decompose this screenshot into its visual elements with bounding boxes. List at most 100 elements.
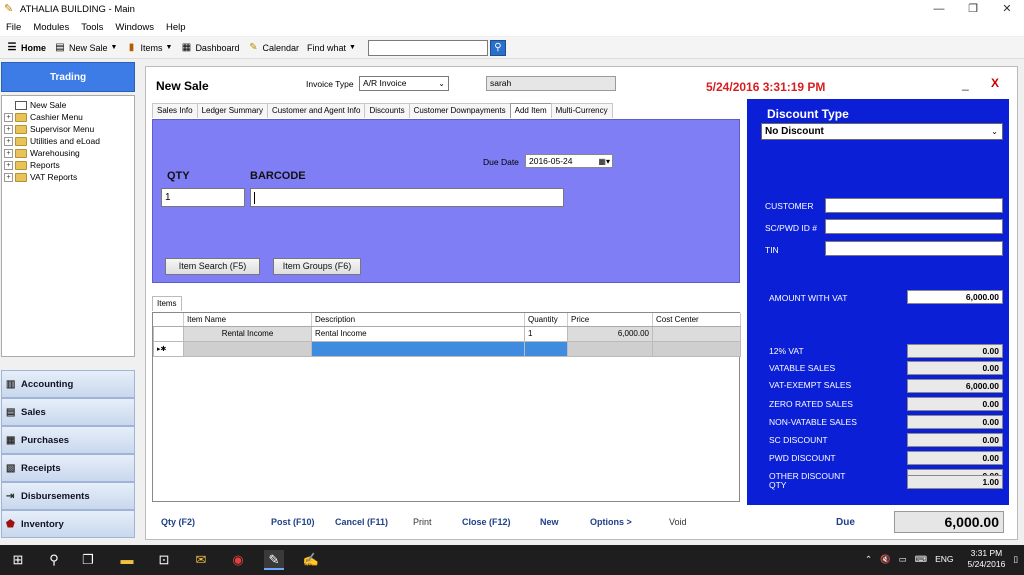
tree-item-supervisor-menu[interactable]: + Supervisor Menu bbox=[4, 123, 132, 135]
tab-customer-downpayments[interactable]: Customer Downpayments bbox=[408, 103, 511, 118]
item-search-button[interactable]: Item Search (F5) bbox=[165, 258, 260, 275]
calendar-button[interactable]: ✎ Calendar bbox=[247, 42, 299, 53]
tab-multi-currency[interactable]: Multi-Currency bbox=[550, 103, 613, 118]
tab-ledger-summary[interactable]: Ledger Summary bbox=[196, 103, 268, 118]
column-header-price[interactable]: Price bbox=[567, 313, 653, 327]
language-indicator[interactable]: ENG bbox=[935, 554, 953, 564]
new-row-marker[interactable]: ▸✱ bbox=[153, 340, 184, 357]
minimize-form-button[interactable]: _ bbox=[962, 77, 969, 91]
table-row[interactable]: Rental Income Rental Income 1 6,000.00 bbox=[153, 325, 741, 342]
items-button[interactable]: ▮ Items ▼ bbox=[125, 42, 173, 53]
row-header-cell[interactable] bbox=[153, 325, 184, 342]
tab-customer-agent-info[interactable]: Customer and Agent Info bbox=[266, 103, 366, 118]
restore-window-button[interactable]: ❐ bbox=[956, 0, 990, 18]
store-icon[interactable]: ⊡ bbox=[154, 550, 174, 570]
message-icon[interactable]: ▭ bbox=[899, 554, 907, 565]
customer-input[interactable] bbox=[825, 198, 1003, 213]
cell-cost-center[interactable] bbox=[652, 325, 741, 342]
file-explorer-icon[interactable]: ▬ bbox=[117, 550, 137, 570]
cancel-button[interactable]: Cancel (F11) bbox=[335, 517, 388, 527]
tab-add-item[interactable]: Add Item bbox=[509, 103, 552, 118]
new-sale-button[interactable]: ▤ New Sale ▼ bbox=[54, 42, 117, 53]
tin-input[interactable] bbox=[825, 241, 1003, 256]
expand-icon[interactable]: + bbox=[4, 124, 13, 134]
tab-discounts[interactable]: Discounts bbox=[364, 103, 410, 118]
menu-modules[interactable]: Modules bbox=[33, 22, 69, 33]
tree-item-vat-reports[interactable]: + VAT Reports bbox=[4, 171, 132, 183]
close-button[interactable]: Close (F12) bbox=[462, 517, 511, 527]
scpwd-id-input[interactable] bbox=[825, 219, 1003, 234]
cell-cost-center[interactable] bbox=[652, 340, 741, 357]
print-button[interactable]: Print bbox=[413, 517, 432, 527]
column-header-item-name[interactable]: Item Name bbox=[183, 313, 312, 327]
volume-icon[interactable]: 🔇 bbox=[880, 554, 891, 565]
cell-quantity[interactable]: 1 bbox=[524, 325, 568, 342]
new-table-row[interactable]: ▸✱ bbox=[153, 340, 741, 357]
expand-icon[interactable]: + bbox=[4, 160, 13, 170]
nav-sales[interactable]: ▤ Sales bbox=[1, 398, 135, 426]
expand-icon[interactable]: + bbox=[4, 136, 13, 146]
search-icon[interactable]: ⚲ bbox=[44, 550, 64, 570]
barcode-input[interactable] bbox=[250, 188, 564, 207]
app-taskbar-icon[interactable]: ✎ bbox=[264, 550, 284, 570]
expand-icon[interactable]: + bbox=[4, 172, 13, 182]
minimize-window-button[interactable]: — bbox=[922, 0, 956, 18]
task-view-icon[interactable]: ❐ bbox=[78, 550, 98, 570]
clock[interactable]: 3:31 PM 5/24/2016 bbox=[967, 548, 1005, 570]
nav-disbursements[interactable]: ⇥ Disbursements bbox=[1, 482, 135, 510]
menu-help[interactable]: Help bbox=[166, 22, 186, 33]
items-tab[interactable]: Items bbox=[152, 296, 182, 311]
expand-icon[interactable]: + bbox=[4, 112, 13, 122]
column-header-description[interactable]: Description bbox=[311, 313, 525, 327]
invoice-type-select[interactable]: A/R Invoice ⌄ bbox=[359, 76, 449, 91]
search-icon[interactable]: ⚲ bbox=[489, 39, 506, 56]
post-button[interactable]: Post (F10) bbox=[271, 517, 315, 527]
close-window-button[interactable]: ✕ bbox=[990, 0, 1024, 18]
home-button[interactable]: ☰ Home bbox=[6, 42, 47, 53]
discount-type-select[interactable]: No Discount ⌄ bbox=[761, 123, 1003, 140]
column-header-cost-center[interactable]: Cost Center bbox=[652, 313, 741, 327]
windows-start-icon[interactable]: ⊞ bbox=[8, 550, 28, 570]
cell-description[interactable]: Rental Income bbox=[311, 325, 525, 342]
menu-file[interactable]: File bbox=[6, 22, 21, 33]
nav-purchases[interactable]: ▦ Purchases bbox=[1, 426, 135, 454]
tree-item-reports[interactable]: + Reports bbox=[4, 159, 132, 171]
close-form-button[interactable]: X bbox=[991, 76, 999, 90]
nav-inventory[interactable]: ⬟ Inventory bbox=[1, 510, 135, 538]
tree-item-utilities[interactable]: + Utilities and eLoad bbox=[4, 135, 132, 147]
expand-icon[interactable]: + bbox=[4, 148, 13, 158]
mail-icon[interactable]: ✉ bbox=[191, 550, 211, 570]
tree-item-warehousing[interactable]: + Warehousing bbox=[4, 147, 132, 159]
dashboard-button[interactable]: ▦ Dashboard bbox=[180, 42, 240, 53]
nav-receipts[interactable]: ▧ Receipts bbox=[1, 454, 135, 482]
menu-windows[interactable]: Windows bbox=[115, 22, 154, 33]
cell-quantity[interactable] bbox=[524, 340, 568, 357]
cell-price[interactable]: 6,000.00 bbox=[567, 325, 653, 342]
keyboard-icon[interactable]: ⌨ bbox=[915, 554, 927, 565]
tree-item-cashier-menu[interactable]: + Cashier Menu bbox=[4, 111, 132, 123]
trading-header[interactable]: Trading bbox=[1, 62, 135, 92]
tab-sales-info[interactable]: Sales Info bbox=[152, 103, 198, 118]
options-button[interactable]: Options > bbox=[590, 517, 632, 527]
tree-item-new-sale[interactable]: New Sale bbox=[4, 99, 132, 111]
chevron-up-icon[interactable]: ⌃ bbox=[865, 554, 872, 565]
cell-price[interactable] bbox=[567, 340, 653, 357]
column-header-quantity[interactable]: Quantity bbox=[524, 313, 568, 327]
notifications-icon[interactable]: ▯ bbox=[1013, 554, 1018, 565]
cell-item-name[interactable] bbox=[183, 340, 312, 357]
qty-button[interactable]: Qty (F2) bbox=[161, 517, 195, 527]
menu-tools[interactable]: Tools bbox=[81, 22, 103, 33]
qty-input[interactable]: 1 bbox=[161, 188, 245, 207]
calendar-dropdown-icon[interactable]: ▦▾ bbox=[598, 156, 610, 168]
item-groups-button[interactable]: Item Groups (F6) bbox=[273, 258, 361, 275]
cell-description[interactable] bbox=[311, 340, 525, 357]
paint-icon[interactable]: ✍ bbox=[301, 550, 321, 570]
void-button[interactable]: Void bbox=[669, 517, 687, 527]
chrome-icon[interactable]: ◉ bbox=[228, 550, 248, 570]
new-button[interactable]: New bbox=[540, 517, 559, 527]
find-input[interactable] bbox=[367, 39, 488, 56]
find-what-dropdown[interactable]: Find what ▼ bbox=[307, 43, 356, 53]
nav-accounting[interactable]: ▥ Accounting bbox=[1, 370, 135, 398]
cell-item-name[interactable]: Rental Income bbox=[183, 325, 312, 342]
due-date-picker[interactable]: 2016-05-24 ▦▾ bbox=[525, 154, 613, 168]
